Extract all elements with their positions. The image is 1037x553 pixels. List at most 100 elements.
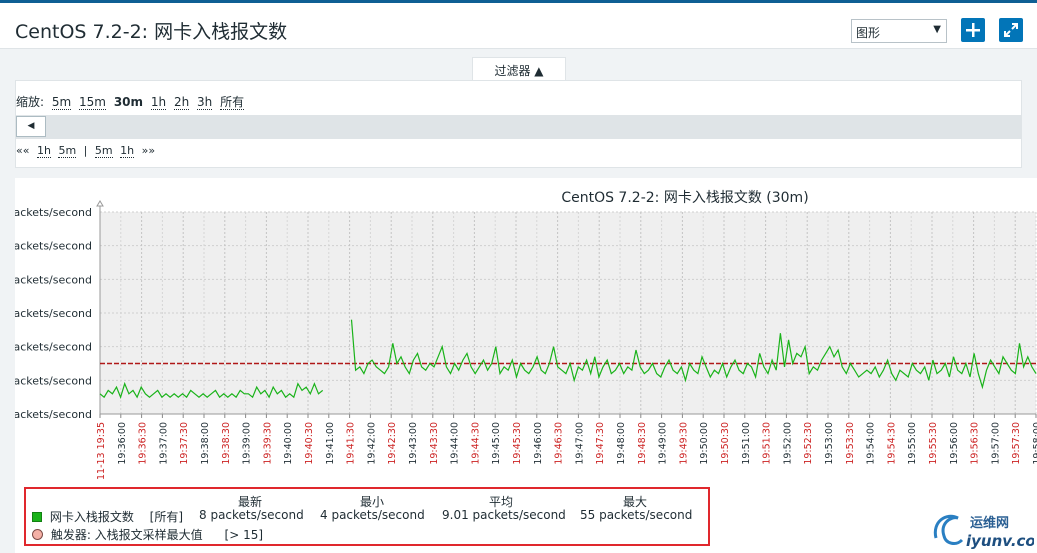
x-tick-label: 19:39:00	[242, 422, 253, 465]
x-tick-label: 19:56:30	[970, 422, 981, 465]
x-tick-label: 19:55:00	[907, 422, 918, 465]
legend-trigger-label: 触发器: 入栈报文采样最大值	[50, 528, 203, 542]
legend-item-func: [所有]	[149, 510, 184, 524]
nav-back-1h[interactable]: 1h	[36, 144, 51, 158]
chevron-down-icon: ▼	[933, 24, 941, 35]
nav-fwd-far[interactable]: »»	[142, 144, 155, 157]
x-tick-label: 19:48:00	[616, 422, 627, 465]
x-tick-label: 19:52:00	[782, 422, 793, 465]
y-axis-arrow-icon	[96, 200, 104, 207]
x-tick-label: 11-13 19:35	[96, 422, 107, 480]
x-tick-label: 19:53:00	[824, 422, 835, 465]
x-tick-label: 19:42:00	[366, 422, 377, 465]
x-tick-label: 19:37:30	[179, 422, 190, 465]
x-tick-label: 19:58:00	[1032, 422, 1037, 465]
x-tick-label: 19:54:30	[886, 422, 897, 465]
filter-toggle-tab[interactable]: 过滤器 ▲	[472, 57, 566, 81]
nav-back-far[interactable]: ««	[16, 144, 29, 157]
period-navigation: «« 1h 5m | 5m 1h »»	[15, 138, 1022, 168]
x-tick-label: 19:41:00	[325, 422, 336, 465]
x-tick-label: 19:45:30	[512, 422, 523, 465]
x-tick-label: 19:44:00	[450, 422, 461, 465]
legend-value-last: 8 packets/second	[199, 508, 304, 522]
x-tick-label: 19:38:30	[221, 422, 232, 465]
y-tick-label: packets/second	[15, 374, 92, 387]
trigger-color-swatch	[32, 529, 43, 540]
zoom-2h[interactable]: 2h	[173, 95, 190, 110]
x-tick-label: 19:46:00	[533, 422, 544, 465]
x-tick-label: 19:41:30	[346, 422, 357, 465]
watermark-swirl-icon: 运维网 iyunv.com	[933, 514, 1037, 550]
x-tick-label: 19:38:00	[200, 422, 211, 465]
x-tick-label: 19:51:30	[762, 422, 773, 465]
y-tick-label: packets/second	[15, 273, 92, 286]
legend-trigger-row: 触发器: 入栈报文采样最大值 [> 15]	[32, 526, 263, 543]
nav-fwd-5m[interactable]: 5m	[94, 144, 113, 158]
triangle-left-icon: ◀	[27, 121, 35, 131]
zoom-all[interactable]: 所有	[220, 95, 245, 110]
nav-fwd-1h[interactable]: 1h	[120, 144, 135, 158]
y-tick-label: packets/second	[15, 240, 92, 253]
x-tick-label: 19:44:30	[470, 422, 481, 465]
legend-item-row: 网卡入栈报文数 [所有]	[32, 508, 183, 525]
plus-icon	[966, 23, 980, 37]
x-tick-label: 19:40:30	[304, 422, 315, 465]
x-tick-label: 19:50:00	[699, 422, 710, 465]
x-tick-label: 19:57:30	[1011, 422, 1022, 465]
zoom-label: 缩放:	[16, 95, 45, 109]
filter-label: 过滤器 ▲	[494, 64, 544, 78]
zoom-5m[interactable]: 5m	[51, 95, 72, 110]
y-tick-label: packets/second	[15, 341, 92, 354]
view-select[interactable]: 图形 ▼	[851, 19, 947, 43]
x-tick-label: 19:51:00	[741, 422, 752, 465]
x-tick-label: 19:36:00	[117, 422, 128, 465]
graph-legend: 最新 最小 平均 最大 网卡入栈报文数 [所有] 8 packets/secon…	[24, 487, 710, 546]
host-name: CentOS 7.2-2:	[15, 21, 149, 43]
x-tick-label: 19:39:30	[262, 422, 273, 465]
scroll-left-button[interactable]: ◀	[16, 116, 46, 137]
x-tick-label: 19:37:00	[158, 422, 169, 465]
legend-trigger-condition: [> 15]	[224, 528, 264, 542]
watermark-en: iyunv.com	[966, 532, 1034, 550]
expand-icon	[1004, 23, 1018, 37]
zoom-30m[interactable]: 30m	[114, 95, 143, 109]
x-tick-label: 19:54:00	[866, 422, 877, 465]
legend-value-min: 4 packets/second	[320, 508, 425, 522]
x-tick-label: 19:52:30	[803, 422, 814, 465]
series-color-swatch	[32, 512, 42, 522]
zoom-3h[interactable]: 3h	[197, 95, 213, 110]
x-tick-label: 19:57:00	[990, 422, 1001, 465]
fullscreen-button[interactable]	[999, 18, 1023, 42]
legend-value-avg: 9.01 packets/second	[442, 508, 566, 522]
watermark-cn: 运维网	[970, 515, 1009, 531]
x-tick-label: 19:50:30	[720, 422, 731, 465]
x-tick-label: 19:48:30	[637, 422, 648, 465]
zoom-1h[interactable]: 1h	[150, 95, 167, 110]
x-tick-label: 19:43:00	[408, 422, 419, 465]
zoom-bar: 缩放: 5m 15m 30m 1h 2h 3h 所有	[15, 80, 1022, 116]
timeline-scrollbar-track	[15, 115, 1022, 138]
y-tick-label: packets/second	[15, 307, 92, 320]
zoom-15m[interactable]: 15m	[79, 95, 106, 110]
x-tick-label: 19:55:30	[928, 422, 939, 465]
nav-back-5m[interactable]: 5m	[58, 144, 77, 158]
y-tick-label: packets/second	[15, 206, 92, 219]
legend-item-name: 网卡入栈报文数	[49, 510, 134, 524]
page-title: CentOS 7.2-2: 网卡入栈报文数	[15, 17, 287, 44]
graph-name: 网卡入栈报文数	[154, 21, 288, 43]
x-tick-label: 19:47:30	[595, 422, 606, 465]
x-tick-label: 19:43:30	[429, 422, 440, 465]
x-tick-label: 19:56:00	[949, 422, 960, 465]
x-tick-label: 19:36:30	[138, 422, 149, 465]
x-tick-label: 19:49:30	[678, 422, 689, 465]
x-tick-label: 19:53:30	[845, 422, 856, 465]
x-tick-label: 19:42:30	[387, 422, 398, 465]
page-header: CentOS 7.2-2: 网卡入栈报文数 图形 ▼	[0, 3, 1037, 49]
y-tick-label: packets/second	[15, 408, 92, 421]
x-tick-label: 19:46:30	[554, 422, 565, 465]
add-to-favourites-button[interactable]	[961, 18, 985, 42]
view-select-value: 图形	[856, 26, 881, 40]
x-tick-label: 19:40:00	[283, 422, 294, 465]
chart-title: CentOS 7.2-2: 网卡入栈报文数 (30m)	[561, 190, 808, 206]
x-tick-label: 19:45:00	[491, 422, 502, 465]
